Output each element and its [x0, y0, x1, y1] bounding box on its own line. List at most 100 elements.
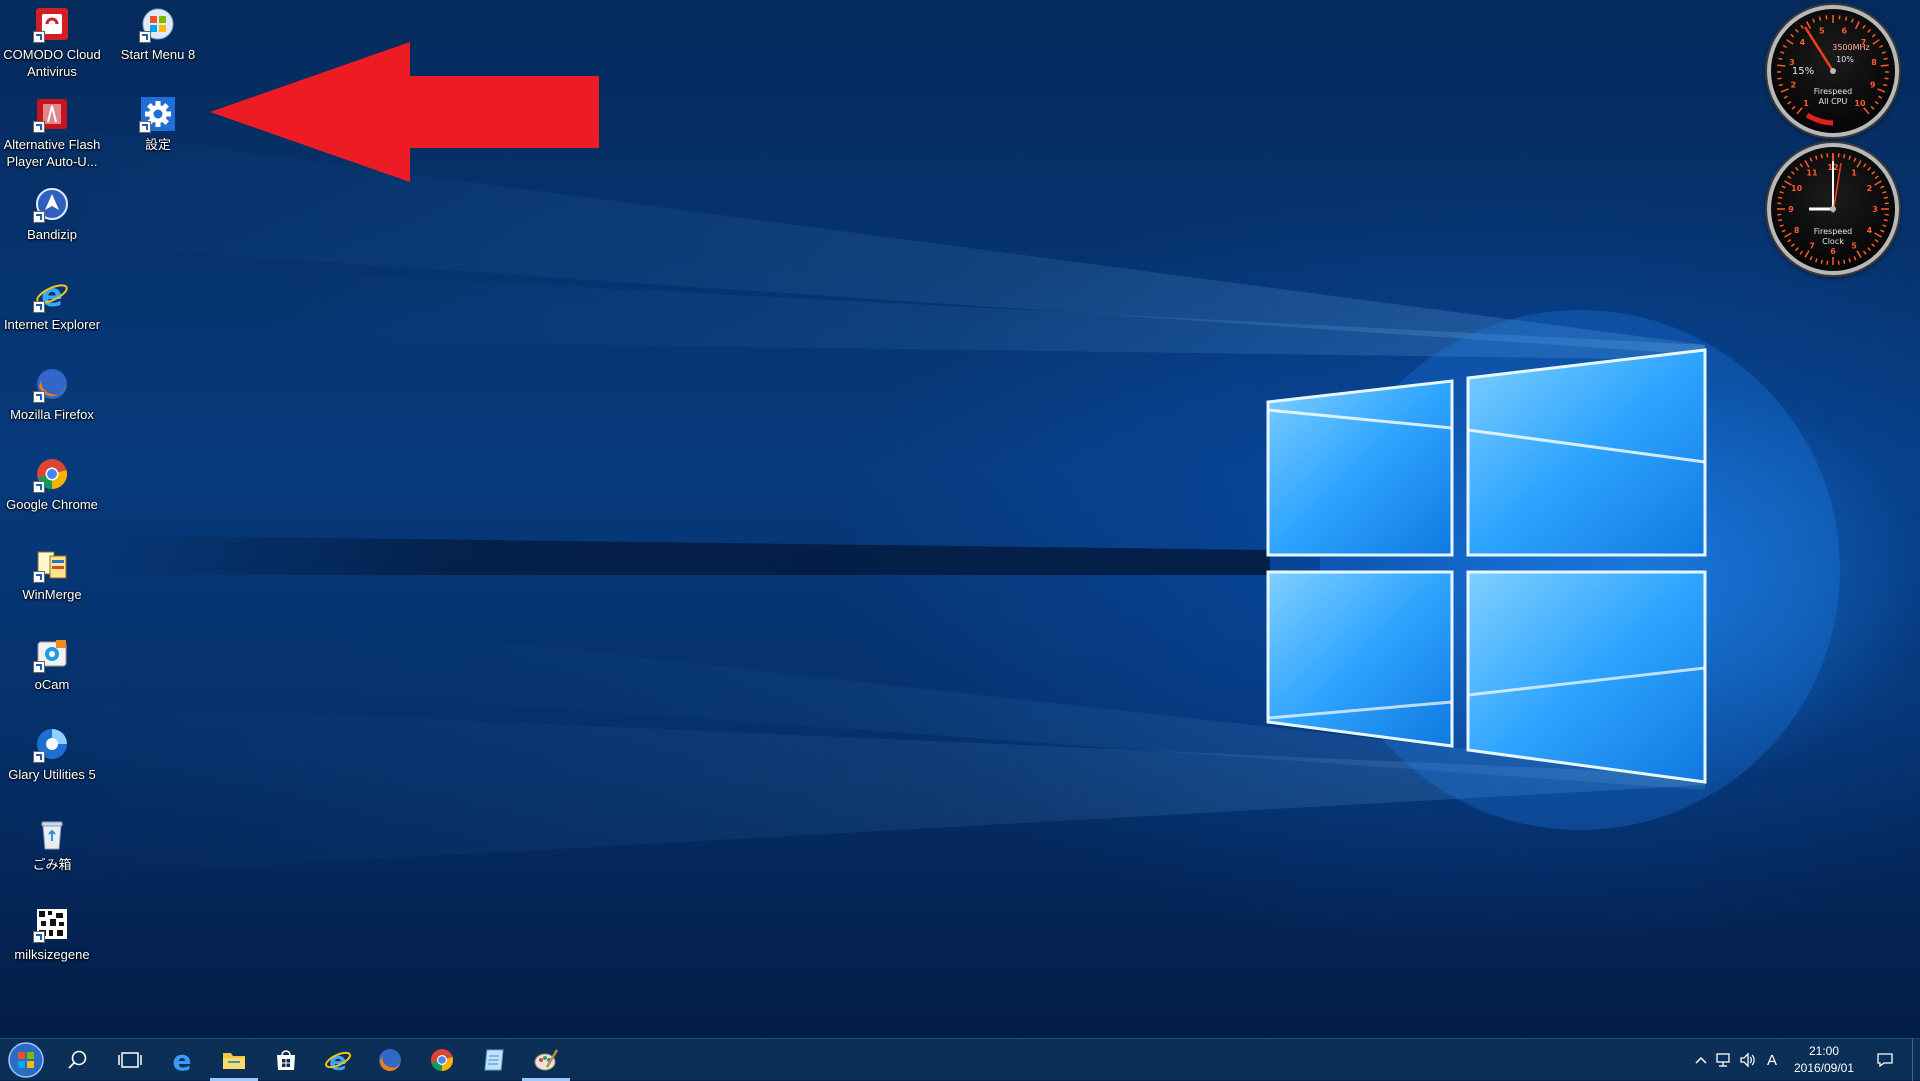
volume-tray-button[interactable]: [1736, 1039, 1760, 1081]
search-icon: [67, 1049, 89, 1071]
dial-tick: [1857, 251, 1861, 258]
show-hidden-icons-button[interactable]: [1690, 1039, 1712, 1081]
dial-tick: [1778, 58, 1782, 59]
dial-tick: [1852, 19, 1853, 23]
desktop-icon-glary-utilities[interactable]: Glary Utilities 5: [0, 720, 104, 783]
chevron-up-icon: [1695, 1056, 1707, 1064]
dial-label: 1: [1851, 169, 1857, 178]
dial-tick: [1844, 154, 1845, 158]
ime-indicator[interactable]: A: [1762, 1039, 1782, 1081]
dial-tick: [1816, 156, 1817, 160]
store-button[interactable]: [260, 1039, 312, 1081]
dial-tick: [1884, 220, 1888, 221]
search-button[interactable]: [52, 1039, 104, 1081]
dial-tick: [1883, 84, 1887, 85]
dial-tick: [1854, 158, 1856, 162]
desktop-icon-firefox[interactable]: Mozilla Firefox: [0, 360, 104, 423]
file-explorer-button[interactable]: [208, 1039, 260, 1081]
desktop-icon-settings[interactable]: 設定: [106, 90, 210, 153]
chrome-button[interactable]: [416, 1039, 468, 1081]
dial-label: 11: [1806, 169, 1818, 178]
notification-icon: [1876, 1052, 1894, 1068]
desktop-icon-start-menu-8[interactable]: Start Menu 8: [106, 0, 210, 63]
dial-tick: [1821, 154, 1822, 158]
red-arrow-annotation: [210, 40, 600, 185]
speaker-icon: [1739, 1052, 1757, 1068]
network-tray-button[interactable]: [1713, 1039, 1735, 1081]
cpu-usage-text: 15%: [1741, 67, 1865, 77]
bandizip-icon: [34, 186, 70, 222]
desktop-icon-flash-updater[interactable]: Alternative Flash Player Auto-U...: [0, 90, 104, 170]
desktop-icon-internet-explorer[interactable]: e Internet Explorer: [0, 270, 104, 333]
dial-tick: [1805, 161, 1809, 168]
internet-explorer-icon: e: [34, 276, 70, 312]
dial-tick: [1868, 29, 1871, 32]
desktop-icon-label: Google Chrome: [0, 496, 104, 513]
svg-text:e: e: [329, 1047, 347, 1074]
flash-updater-icon: [34, 96, 70, 132]
desktop-icon-comodo[interactable]: COMODO Cloud Antivirus: [0, 0, 104, 80]
store-icon: [274, 1048, 298, 1072]
desktop-icon-label: milksizegene: [0, 946, 104, 963]
desktop-icon-chrome[interactable]: Google Chrome: [0, 450, 104, 513]
taskbar: e e A 21:00 2016/09/01: [0, 1038, 1920, 1080]
dial-tick: [1778, 197, 1782, 198]
start-orb-icon: [7, 1041, 45, 1079]
dial-tick: [1868, 167, 1871, 170]
clock-date: 2016/09/01: [1784, 1060, 1864, 1077]
notes-button[interactable]: [468, 1039, 520, 1081]
desktop-icon-label: Glary Utilities 5: [0, 766, 104, 783]
firefox-icon: [377, 1047, 403, 1073]
desktop-icon-bandizip[interactable]: Bandizip: [0, 180, 104, 243]
start-button[interactable]: [0, 1039, 52, 1081]
dial-label: 10: [1791, 184, 1803, 193]
desktop-icon-label: Alternative Flash Player Auto-U...: [0, 136, 104, 170]
dial-tick: [1821, 260, 1822, 264]
cpu-red-zone: [1807, 115, 1833, 123]
dial-tick: [1810, 257, 1812, 261]
dial-tick: [1783, 46, 1787, 48]
glary-utilities-icon: [34, 726, 70, 762]
clock-dial: 121234567891011: [1771, 147, 1895, 271]
desktop: COMODO Cloud Antivirus Alternative Flash…: [0, 0, 1920, 1038]
dial-tick: [1872, 34, 1875, 37]
dial-tick: [1864, 108, 1869, 114]
dial-tick: [1778, 220, 1782, 221]
cpu-meter-subtitle: All CPU: [1771, 97, 1895, 107]
show-desktop-button[interactable]: [1912, 1039, 1920, 1081]
ie-button[interactable]: e: [312, 1039, 364, 1081]
task-view-icon: [117, 1050, 143, 1070]
dial-label: 2: [1867, 184, 1873, 193]
clock-subtitle: Clock: [1771, 237, 1895, 247]
cpu-frequency-text: 3500MHz: [1789, 43, 1913, 53]
dial-tick: [1882, 192, 1886, 193]
dial-tick: [1796, 167, 1799, 170]
desktop-icon-recycle-bin[interactable]: ごみ箱: [0, 810, 104, 873]
clock-time: 21:00: [1784, 1043, 1864, 1060]
dial-tick: [1788, 176, 1791, 178]
clock-gadget[interactable]: 121234567891011 Firespeed Clock: [1767, 143, 1899, 275]
cpu-meter-gadget[interactable]: 12345678910 3500MHz 10% 15% Firespeed Al…: [1767, 5, 1899, 137]
desktop-icon-milksizegene[interactable]: milksizegene: [0, 900, 104, 963]
dial-tick: [1863, 25, 1865, 28]
desktop-icon-ocam[interactable]: oCam: [0, 630, 104, 693]
desktop-icon-winmerge[interactable]: WinMerge: [0, 540, 104, 603]
dial-label: 6: [1830, 247, 1836, 256]
desktop-icon-label: Bandizip: [0, 226, 104, 243]
task-view-button[interactable]: [104, 1039, 156, 1081]
dial-tick: [1778, 78, 1782, 79]
edge-button[interactable]: e: [156, 1039, 208, 1081]
dial-tick: [1816, 258, 1817, 262]
dial-label: 5: [1819, 27, 1825, 36]
dial-tick: [1782, 186, 1786, 188]
firefox-button[interactable]: [364, 1039, 416, 1081]
dial-tick: [1805, 251, 1809, 258]
dial-tick: [1856, 22, 1860, 29]
cpu-meter-title: Firespeed: [1771, 87, 1895, 97]
dial-tick: [1796, 29, 1799, 32]
dial-tick: [1849, 156, 1850, 160]
action-center-button[interactable]: [1870, 1039, 1900, 1081]
winmerge-icon: [34, 546, 70, 582]
paint-button[interactable]: [520, 1039, 572, 1081]
taskbar-clock[interactable]: 21:00 2016/09/01: [1784, 1043, 1864, 1077]
